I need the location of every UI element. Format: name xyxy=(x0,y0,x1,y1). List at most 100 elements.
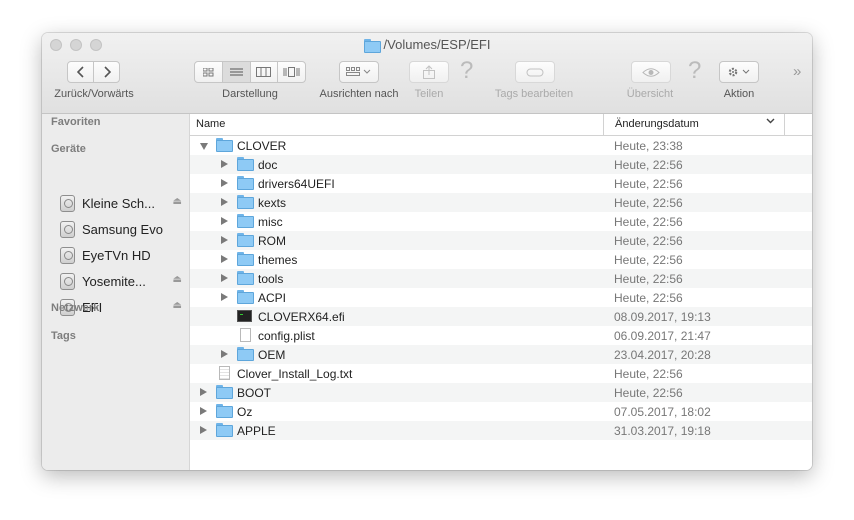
disclosure-closed-icon[interactable] xyxy=(221,274,228,282)
eject-icon[interactable]: ⏏ xyxy=(173,196,182,207)
tags-label: Tags bearbeiten xyxy=(494,88,574,100)
executable-icon xyxy=(237,309,252,322)
sidebar-device[interactable]: Samsung Evo xyxy=(60,219,182,239)
folder-row[interactable]: tools Heute, 22:56 xyxy=(190,269,812,288)
file-row[interactable]: CLOVERX64.efi 08.09.2017, 19:13 xyxy=(190,307,812,326)
help-icon[interactable]: ? xyxy=(460,57,473,85)
disclosure-closed-icon[interactable] xyxy=(221,293,228,301)
help-icon-2[interactable]: ? xyxy=(688,57,701,85)
disclosure-closed-icon[interactable] xyxy=(200,388,207,396)
folder-row[interactable]: ROM Heute, 22:56 xyxy=(190,231,812,250)
folder-row[interactable]: Oz 07.05.2017, 18:02 xyxy=(190,402,812,421)
file-name: APPLE xyxy=(237,424,276,438)
quicklook-button[interactable] xyxy=(631,61,671,83)
sidebar-device[interactable]: Kleine Sch... ⏏ xyxy=(60,193,182,213)
folder-icon xyxy=(237,233,254,247)
file-name: CLOVER xyxy=(237,139,287,153)
file-date: 31.03.2017, 19:18 xyxy=(614,424,711,438)
file-name: misc xyxy=(258,215,283,229)
icon-view-button[interactable] xyxy=(195,62,223,82)
sidebar-device-label: Kleine Sch... xyxy=(82,195,155,211)
share-icon xyxy=(423,65,435,79)
folder-icon xyxy=(237,290,254,304)
file-name: BOOT xyxy=(237,386,272,400)
sidebar-device-label: EyeTVn HD xyxy=(82,247,151,263)
chevron-right-icon xyxy=(103,66,111,78)
disclosure-closed-icon[interactable] xyxy=(221,217,228,225)
file-date: Heute, 22:56 xyxy=(614,367,683,381)
file-date: 08.09.2017, 19:13 xyxy=(614,310,711,324)
file-date: Heute, 22:56 xyxy=(614,386,683,400)
folder-row[interactable]: ACPI Heute, 22:56 xyxy=(190,288,812,307)
folder-row[interactable]: APPLE 31.03.2017, 19:18 xyxy=(190,421,812,440)
column-date-header[interactable]: Änderungsdatum xyxy=(615,118,699,130)
action-button[interactable] xyxy=(719,61,759,83)
edit-tags-button[interactable] xyxy=(515,61,555,83)
folder-row[interactable]: OEM 23.04.2017, 20:28 xyxy=(190,345,812,364)
folder-icon xyxy=(216,423,233,437)
sidebar-device[interactable]: Yosemite... ⏏ xyxy=(60,271,182,291)
finder-window: /Volumes/ESP/EFI Zurück/Vorwärts Darstel… xyxy=(42,33,812,470)
disclosure-closed-icon[interactable] xyxy=(221,160,228,168)
disclosure-closed-icon[interactable] xyxy=(221,350,228,358)
eye-icon xyxy=(642,67,660,77)
column-name-header[interactable]: Name xyxy=(196,118,225,130)
empty-row xyxy=(190,440,812,459)
sort-chevron-icon[interactable] xyxy=(766,117,775,128)
column-divider[interactable] xyxy=(603,114,604,135)
share-button[interactable] xyxy=(409,61,449,83)
file-list: Name Änderungsdatum CLOVER Heute, 23:38 do… xyxy=(190,114,812,470)
sidebar-device-label: Yosemite... xyxy=(82,273,146,289)
text-file-icon xyxy=(216,366,230,380)
list-icon xyxy=(229,68,243,75)
file-date: Heute, 22:56 xyxy=(614,158,683,172)
file-name: ACPI xyxy=(258,291,287,305)
folder-icon xyxy=(216,404,233,418)
folder-icon xyxy=(363,39,381,54)
folder-row[interactable]: misc Heute, 22:56 xyxy=(190,212,812,231)
back-button[interactable] xyxy=(68,62,94,82)
file-name: kexts xyxy=(258,196,287,210)
file-name: OEM xyxy=(258,348,286,362)
folder-row[interactable]: kexts Heute, 22:56 xyxy=(190,193,812,212)
file-date: Heute, 22:56 xyxy=(614,196,683,210)
disclosure-closed-icon[interactable] xyxy=(221,255,228,263)
share-label: Teilen xyxy=(414,88,444,100)
folder-row[interactable]: CLOVER Heute, 23:38 xyxy=(190,136,812,155)
folder-row[interactable]: themes Heute, 22:56 xyxy=(190,250,812,269)
nav-label: Zurück/Vorwärts xyxy=(54,88,134,100)
file-name: themes xyxy=(258,253,298,267)
toolbar-overflow-icon[interactable]: » xyxy=(793,63,801,80)
disclosure-closed-icon[interactable] xyxy=(221,198,228,206)
list-view-button[interactable] xyxy=(222,62,251,82)
document-icon xyxy=(237,328,251,342)
file-name: Oz xyxy=(237,405,253,419)
disclosure-open-icon[interactable] xyxy=(200,143,208,150)
quicklook-label: Übersicht xyxy=(626,88,674,100)
column-header: Name Änderungsdatum xyxy=(190,114,812,136)
gear-icon xyxy=(728,67,750,77)
file-date: 23.04.2017, 20:28 xyxy=(614,348,711,362)
arrange-button[interactable] xyxy=(339,61,379,83)
eject-icon[interactable]: ⏏ xyxy=(173,274,182,285)
cover-flow-button[interactable] xyxy=(278,62,305,82)
cover-flow-icon xyxy=(283,67,300,77)
disclosure-closed-icon[interactable] xyxy=(200,407,207,415)
disclosure-closed-icon[interactable] xyxy=(221,236,228,244)
folder-row[interactable]: doc Heute, 22:56 xyxy=(190,155,812,174)
eject-icon[interactable]: ⏏ xyxy=(173,300,182,311)
tag-icon xyxy=(526,68,544,76)
disclosure-closed-icon[interactable] xyxy=(200,426,207,434)
file-row[interactable]: Clover_Install_Log.txt Heute, 22:56 xyxy=(190,364,812,383)
column-divider-end[interactable] xyxy=(784,114,785,135)
disclosure-closed-icon[interactable] xyxy=(221,179,228,187)
file-date: 07.05.2017, 18:02 xyxy=(614,405,711,419)
folder-row[interactable]: drivers64UEFI Heute, 22:56 xyxy=(190,174,812,193)
column-view-button[interactable] xyxy=(251,62,279,82)
sidebar-device[interactable]: EyeTVn HD xyxy=(60,245,182,265)
file-name: doc xyxy=(258,158,278,172)
file-row[interactable]: config.plist 06.09.2017, 21:47 xyxy=(190,326,812,345)
folder-row[interactable]: BOOT Heute, 22:56 xyxy=(190,383,812,402)
forward-button[interactable] xyxy=(94,62,119,82)
file-date: Heute, 23:38 xyxy=(614,139,683,153)
